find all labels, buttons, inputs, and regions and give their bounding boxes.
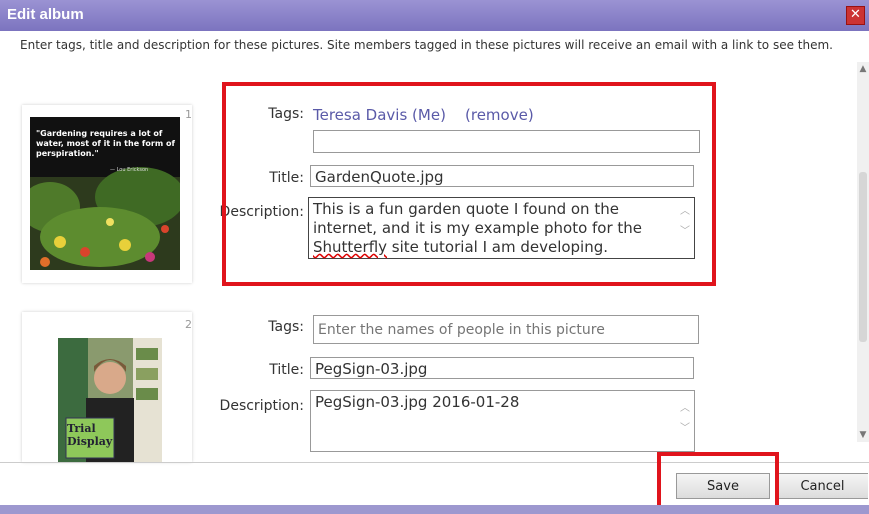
cancel-button[interactable]: Cancel <box>776 473 868 499</box>
picture-thumbnail-1[interactable]: "Gardening requires a lot of water, most… <box>30 117 180 270</box>
close-icon[interactable]: ✕ <box>846 6 865 25</box>
dialog-bottom-border <box>0 505 869 514</box>
description-value: PegSign-03.jpg 2016-01-28 <box>315 393 520 411</box>
tags-input[interactable] <box>313 315 699 344</box>
title-label: Title: <box>269 362 304 378</box>
photo-quote-author: — Lou Erickson <box>110 167 149 173</box>
description-label: Description: <box>219 398 304 414</box>
title-input[interactable]: PegSign-03.jpg <box>310 357 694 379</box>
dialog-titlebar: Edit album ✕ <box>0 0 869 31</box>
dialog-scrollbar[interactable]: ▲ ▼ <box>857 62 869 442</box>
intro-text: Enter tags, title and description for th… <box>20 38 833 52</box>
textarea-scroll-arrows-icon[interactable]: ︿ ﹀ <box>680 399 690 439</box>
highlight-box-picture1 <box>222 82 716 286</box>
photo-quote-text: "Gardening requires a lot of water, most… <box>36 129 175 158</box>
description-textarea[interactable]: PegSign-03.jpg 2016-01-28 ︿ ﹀ <box>310 390 695 452</box>
sign-text: Trial Display <box>67 422 113 448</box>
dialog-title: Edit album <box>7 6 84 23</box>
picture-number: 1 <box>185 108 192 121</box>
picture-thumbnail-2[interactable]: Trial Display <box>58 338 162 462</box>
scroll-up-icon[interactable]: ▲ <box>857 64 869 74</box>
scrollbar-thumb[interactable] <box>859 172 867 342</box>
highlight-box-save <box>657 452 779 509</box>
picture-number: 2 <box>185 318 192 331</box>
tags-label: Tags: <box>268 319 304 335</box>
scroll-down-icon[interactable]: ▼ <box>857 430 869 440</box>
